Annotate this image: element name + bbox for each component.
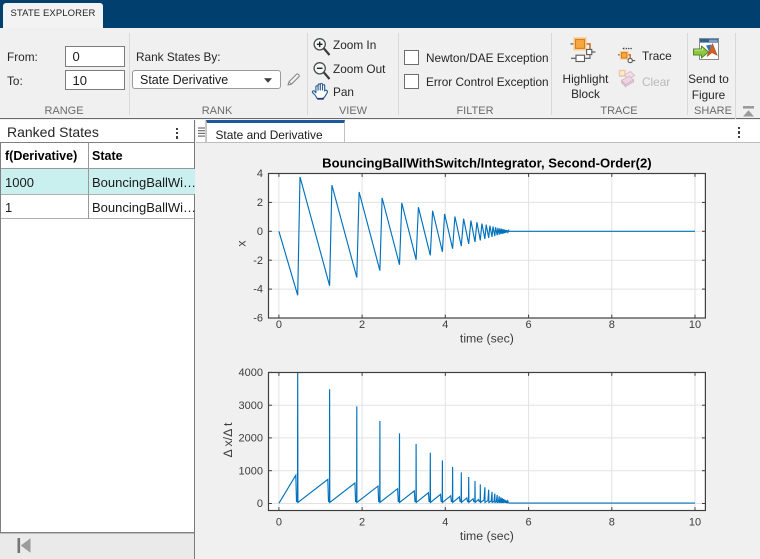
svg-text:1000: 1000 xyxy=(239,465,263,477)
svg-text:2000: 2000 xyxy=(239,433,263,445)
svg-text:4: 4 xyxy=(442,319,448,331)
svg-text:2: 2 xyxy=(359,319,365,331)
svg-text:4: 4 xyxy=(257,168,263,180)
svg-text:4: 4 xyxy=(442,516,448,528)
svg-text:0: 0 xyxy=(276,516,282,528)
svg-text:BouncingBallWithSwitch/Integra: BouncingBallWithSwitch/Integrator, Secon… xyxy=(322,156,651,171)
svg-text:-2: -2 xyxy=(253,255,263,267)
svg-text:4000: 4000 xyxy=(239,367,263,379)
svg-text:8: 8 xyxy=(609,516,615,528)
svg-text:3000: 3000 xyxy=(239,400,263,412)
svg-text:10: 10 xyxy=(689,516,701,528)
svg-text:time (sec): time (sec) xyxy=(460,529,514,543)
svg-text:10: 10 xyxy=(689,319,701,331)
svg-text:-4: -4 xyxy=(253,284,263,296)
svg-text:6: 6 xyxy=(526,319,532,331)
svg-text:time (sec): time (sec) xyxy=(460,332,514,346)
svg-text:8: 8 xyxy=(609,319,615,331)
svg-text:0: 0 xyxy=(257,498,263,510)
svg-text:2: 2 xyxy=(359,516,365,528)
svg-text:0: 0 xyxy=(276,319,282,331)
svg-text:x: x xyxy=(235,240,249,247)
svg-text:0: 0 xyxy=(257,226,263,238)
svg-text:2: 2 xyxy=(257,197,263,209)
svg-text:Δ x/Δ t: Δ x/Δ t xyxy=(221,422,235,457)
svg-text:6: 6 xyxy=(526,516,532,528)
svg-text:-6: -6 xyxy=(253,313,263,325)
